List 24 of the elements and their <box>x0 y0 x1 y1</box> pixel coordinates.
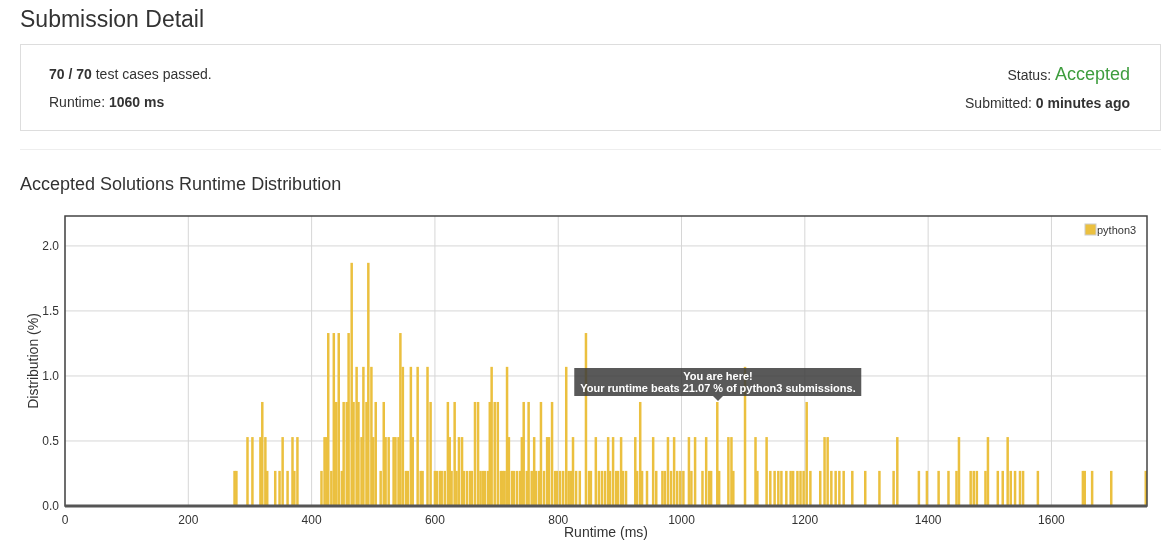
page-title: Submission Detail <box>20 5 206 34</box>
tick-label: 800 <box>548 513 569 527</box>
tick-label: 1.5 <box>42 303 59 318</box>
tick-label: 0.0 <box>42 499 59 513</box>
tick-label: 400 <box>301 513 322 527</box>
tick-label: 2.0 <box>42 238 59 253</box>
tick-label: 1.0 <box>42 368 59 383</box>
tooltip: You are here! Your runtime beats 21.07 % of python3 submissions. <box>574 367 862 396</box>
tick-label: 1200 <box>791 513 819 527</box>
axis-title: Runtime (ms) <box>564 524 648 540</box>
status-text: Status: Accepted <box>1007 65 1130 84</box>
tick-label: 200 <box>178 513 199 527</box>
section-heading: Accepted Solutions Runtime Distribution <box>20 173 343 196</box>
tick-label: 0.5 <box>42 434 59 448</box>
test-cases-text: 70 / 70 test cases passed. <box>49 65 212 83</box>
runtime-text: Runtime: 1060 ms <box>49 93 165 111</box>
axis-title: Distribution (%) <box>25 313 41 409</box>
tick-label: 0 <box>61 513 69 527</box>
submitted-text: Submitted: 0 minutes ago <box>965 94 1130 112</box>
tick-label: 600 <box>424 513 445 527</box>
tick-label: 1000 <box>668 513 695 527</box>
tick-label: 1400 <box>914 513 942 527</box>
legend-label: python3 <box>1097 224 1137 236</box>
tick-label: 1600 <box>1038 513 1065 527</box>
